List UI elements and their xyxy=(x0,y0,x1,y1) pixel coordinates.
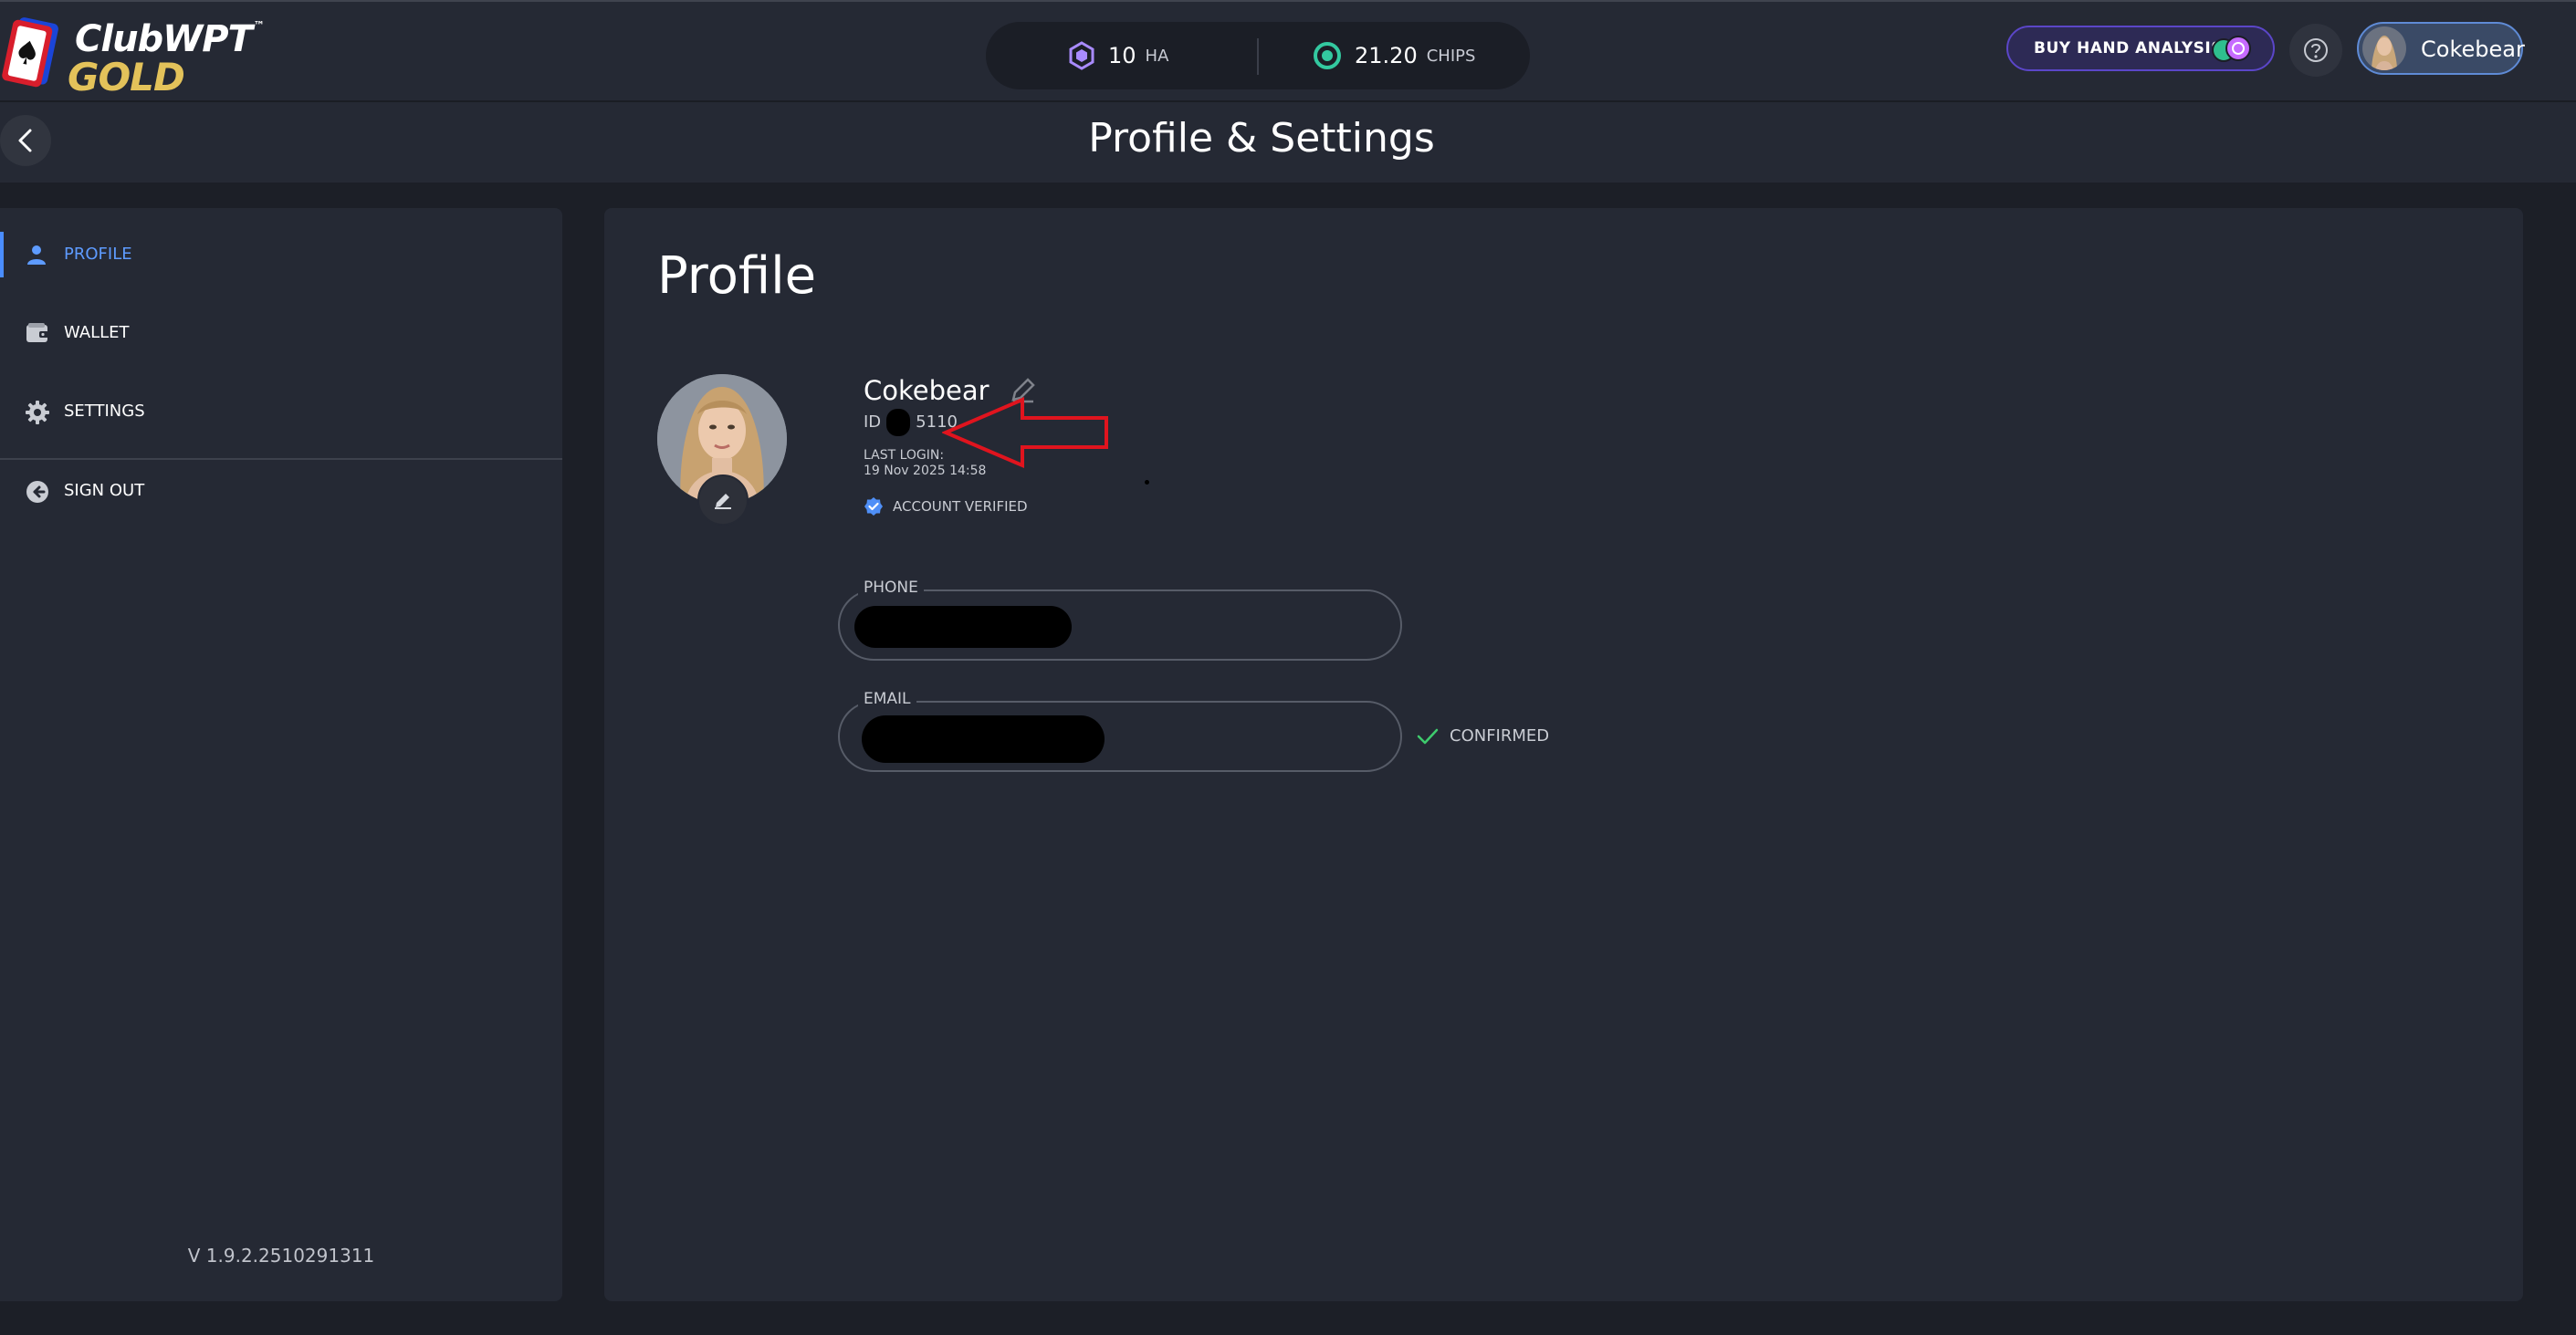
sign-out-icon xyxy=(26,481,48,503)
phone-redaction xyxy=(854,606,1072,648)
app-version: V 1.9.2.2510291311 xyxy=(187,1245,375,1267)
phone-field[interactable]: PHONE xyxy=(838,579,1402,661)
balance-divider xyxy=(1257,38,1259,75)
verified-check-icon xyxy=(864,497,883,516)
chips-balance[interactable]: 21.20 CHIPS xyxy=(1313,40,1475,71)
sidebar-item-label: SIGN OUT xyxy=(64,481,145,500)
stray-dot xyxy=(1145,480,1149,485)
edit-avatar-button[interactable] xyxy=(697,475,749,526)
profile-panel: Profile Cokebear ID 5110 LAST LOGIN: 19 … xyxy=(604,208,2523,1301)
sidebar-item-profile[interactable]: PROFILE xyxy=(0,223,562,287)
email-confirmed-status: CONFIRMED xyxy=(1417,726,1549,746)
phone-field-label: PHONE xyxy=(858,579,924,597)
wallet-icon xyxy=(26,323,48,342)
email-field-label: EMAIL xyxy=(858,690,916,708)
sidebar-item-wallet[interactable]: WALLET xyxy=(0,301,562,365)
account-verified-label: ACCOUNT VERIFIED xyxy=(893,498,1028,515)
profile-heading: Profile xyxy=(657,246,817,306)
user-menu-button[interactable]: Cokebear xyxy=(2357,22,2525,75)
active-indicator xyxy=(0,232,4,277)
ha-balance-value: 10 xyxy=(1108,43,1136,68)
buy-hand-analysis-label: BUY HAND ANALYSIS xyxy=(2034,39,2223,57)
title-bar: Profile & Settings xyxy=(0,100,2576,183)
email-redaction xyxy=(862,715,1105,763)
chips-balance-unit: CHIPS xyxy=(1426,46,1476,66)
logo-text-gold: GOLD xyxy=(68,55,185,99)
last-login-value: 19 Nov 2025 14:58 xyxy=(864,464,987,478)
sidebar-item-sign-out[interactable]: SIGN OUT xyxy=(0,459,562,523)
help-button[interactable] xyxy=(2289,24,2342,77)
balance-pill: 10 HA 21.20 CHIPS xyxy=(986,22,1530,89)
sidebar-item-label: PROFILE xyxy=(64,245,132,264)
avatar xyxy=(2362,26,2406,70)
spade-card-logo-icon xyxy=(2,17,58,88)
gear-icon xyxy=(26,401,49,424)
clubwpt-gold-logo[interactable]: ClubWPT ™ GOLD xyxy=(2,16,267,99)
red-arrow-annotation-icon xyxy=(942,396,1108,469)
question-circle-icon xyxy=(2304,38,2328,62)
logo-trademark: ™ xyxy=(253,19,265,32)
ha-balance[interactable]: 10 HA xyxy=(1068,40,1168,71)
avatar-image xyxy=(2362,26,2406,70)
account-verified-badge: ACCOUNT VERIFIED xyxy=(864,496,1028,516)
checkmark-icon xyxy=(1417,728,1439,744)
ha-coins-icon xyxy=(2212,36,2251,62)
sidebar-item-label: WALLET xyxy=(64,323,130,342)
chips-balance-value: 21.20 xyxy=(1355,43,1418,68)
user-id-prefix: ID xyxy=(864,412,882,432)
header-username: Cokebear xyxy=(2421,37,2525,62)
page-title: Profile & Settings xyxy=(1088,115,1435,162)
pencil-icon xyxy=(715,494,731,509)
buy-hand-analysis-button[interactable]: BUY HAND ANALYSIS xyxy=(2006,26,2275,71)
user-icon xyxy=(27,245,46,265)
chip-icon xyxy=(1314,42,1341,69)
top-bar: ClubWPT ™ GOLD 10 HA 21.20 CHIPS BUY HAND… xyxy=(0,0,2576,100)
hexagon-ha-icon xyxy=(1069,41,1094,70)
email-confirmed-label: CONFIRMED xyxy=(1450,726,1550,746)
last-login-label: LAST LOGIN: xyxy=(864,448,945,463)
sidebar: PROFILE WALLET SETTINGS SIGN OUT V 1.9.2… xyxy=(0,208,562,1301)
sidebar-item-label: SETTINGS xyxy=(64,402,145,421)
redaction-mark xyxy=(886,409,911,436)
email-field[interactable]: EMAIL xyxy=(838,690,1402,772)
sidebar-item-settings[interactable]: SETTINGS xyxy=(0,380,562,443)
ha-balance-unit: HA xyxy=(1145,46,1169,66)
